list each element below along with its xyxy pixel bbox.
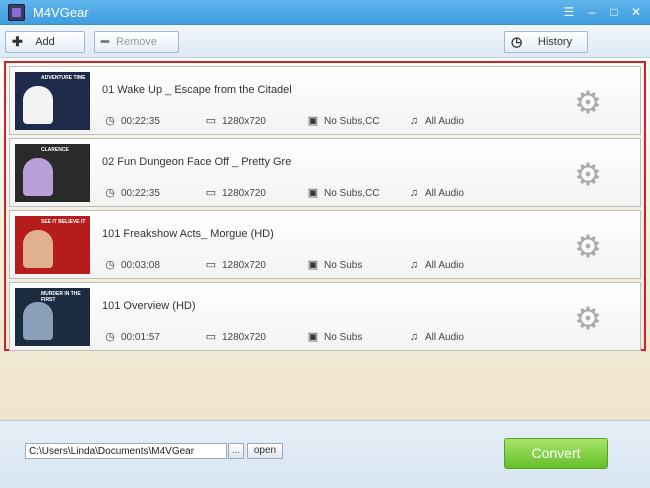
resolution: ▭ 1280x720	[204, 186, 266, 200]
monitor-icon: ▭	[205, 259, 217, 271]
audio[interactable]: ♫ All Audio	[407, 258, 464, 272]
video-thumbnail: SEE IT BELIEVE IT	[15, 216, 90, 274]
duration-value: 00:03:08	[121, 260, 160, 271]
thumbnail-character	[23, 158, 53, 196]
browse-button[interactable]: …	[228, 443, 244, 459]
music-note-icon: ♫	[409, 331, 419, 343]
audio-value: All Audio	[425, 260, 464, 271]
audio[interactable]: ♫ All Audio	[407, 114, 464, 128]
duration: ◷ 00:03:08	[103, 258, 160, 272]
subtitles-value: No Subs	[324, 332, 363, 343]
app-title: M4VGear	[33, 5, 89, 20]
convert-button[interactable]: Convert	[504, 438, 608, 469]
video-title: 101 Freakshow Acts_ Morgue (HD)	[102, 228, 274, 240]
audio[interactable]: ♫ All Audio	[407, 330, 464, 344]
close-icon[interactable]: ✕	[628, 4, 644, 20]
video-item[interactable]: MURDER IN THE FIRST 101 Overview (HD) ◷ 0…	[9, 282, 641, 351]
thumbnail-label: SEE IT BELIEVE IT	[41, 219, 86, 225]
title-bar: M4VGear ☰ ‒ □ ✕	[0, 0, 650, 25]
thumbnail-label: ADVENTURE TIME	[41, 75, 86, 81]
video-thumbnail: ADVENTURE TIME	[15, 72, 90, 130]
duration: ◷ 00:22:35	[103, 186, 160, 200]
open-button[interactable]: open	[247, 443, 283, 459]
clock-icon: ◷	[105, 115, 115, 127]
clock-icon: ◷	[105, 187, 115, 199]
video-thumbnail: CLARENCE	[15, 144, 90, 202]
history-label: History	[537, 36, 573, 48]
gear-icon[interactable]: ⚙	[572, 159, 604, 191]
video-item[interactable]: ADVENTURE TIME 01 Wake Up _ Escape from …	[9, 66, 641, 135]
music-note-icon: ♫	[409, 259, 419, 271]
resolution: ▭ 1280x720	[204, 114, 266, 128]
video-item[interactable]: CLARENCE 02 Fun Dungeon Face Off _ Prett…	[9, 138, 641, 207]
monitor-icon: ▭	[205, 115, 217, 127]
remove-button[interactable]: ━ Remove	[94, 31, 179, 53]
bottom-bar: … open Convert	[0, 420, 650, 488]
duration: ◷ 00:01:57	[103, 330, 160, 344]
output-path-input[interactable]	[25, 443, 227, 459]
minimize-icon[interactable]: ‒	[584, 4, 600, 20]
duration-value: 00:22:35	[121, 116, 160, 127]
duration-value: 00:22:35	[121, 188, 160, 199]
gear-icon[interactable]: ⚙	[572, 231, 604, 263]
music-note-icon: ♫	[409, 115, 419, 127]
audio-value: All Audio	[425, 332, 464, 343]
subtitles[interactable]: ▣ No Subs,CC	[306, 186, 380, 200]
audio[interactable]: ♫ All Audio	[407, 186, 464, 200]
subtitle-icon: ▣	[307, 115, 319, 127]
resolution-value: 1280x720	[222, 260, 266, 271]
resolution-value: 1280x720	[222, 332, 266, 343]
resolution: ▭ 1280x720	[204, 330, 266, 344]
clock-icon: ◷	[105, 259, 115, 271]
audio-value: All Audio	[425, 188, 464, 199]
subtitles-value: No Subs,CC	[324, 188, 380, 199]
subtitle-icon: ▣	[307, 187, 319, 199]
gear-icon[interactable]: ⚙	[572, 303, 604, 335]
gear-icon[interactable]: ⚙	[572, 87, 604, 119]
clock-icon: ◷	[105, 331, 115, 343]
add-label: Add	[35, 36, 55, 48]
monitor-icon: ▭	[205, 187, 217, 199]
subtitles-value: No Subs	[324, 260, 363, 271]
audio-value: All Audio	[425, 116, 464, 127]
maximize-icon[interactable]: □	[606, 4, 622, 20]
subtitle-icon: ▣	[307, 331, 319, 343]
remove-label: Remove	[116, 36, 157, 48]
thumbnail-character	[23, 302, 53, 340]
video-title: 101 Overview (HD)	[102, 300, 196, 312]
subtitle-icon: ▣	[307, 259, 319, 271]
subtitles[interactable]: ▣ No Subs,CC	[306, 114, 380, 128]
resolution-value: 1280x720	[222, 188, 266, 199]
subtitles[interactable]: ▣ No Subs	[306, 330, 363, 344]
video-title: 02 Fun Dungeon Face Off _ Pretty Gre	[102, 156, 292, 168]
subtitles-value: No Subs,CC	[324, 116, 380, 127]
resolution-value: 1280x720	[222, 116, 266, 127]
video-item[interactable]: SEE IT BELIEVE IT 101 Freakshow Acts_ Mo…	[9, 210, 641, 279]
video-thumbnail: MURDER IN THE FIRST	[15, 288, 90, 346]
video-list: ADVENTURE TIME 01 Wake Up _ Escape from …	[4, 61, 646, 351]
menu-icon[interactable]: ☰	[561, 4, 577, 20]
resolution: ▭ 1280x720	[204, 258, 266, 272]
thumbnail-character	[23, 230, 53, 268]
monitor-icon: ▭	[205, 331, 217, 343]
history-button[interactable]: ◷ History	[504, 31, 588, 53]
subtitles[interactable]: ▣ No Subs	[306, 258, 363, 272]
toolbar: ✚ Add ━ Remove ◷ History	[0, 25, 650, 58]
video-list-area: ADVENTURE TIME 01 Wake Up _ Escape from …	[0, 58, 650, 420]
video-title: 01 Wake Up _ Escape from the Citadel	[102, 84, 292, 96]
duration-value: 00:01:57	[121, 332, 160, 343]
thumbnail-character	[23, 86, 53, 124]
music-note-icon: ♫	[409, 187, 419, 199]
thumbnail-label: CLARENCE	[41, 147, 69, 153]
duration: ◷ 00:22:35	[103, 114, 160, 128]
app-logo-icon	[8, 4, 25, 21]
thumbnail-label: MURDER IN THE FIRST	[41, 291, 81, 303]
add-button[interactable]: ✚ Add	[5, 31, 85, 53]
